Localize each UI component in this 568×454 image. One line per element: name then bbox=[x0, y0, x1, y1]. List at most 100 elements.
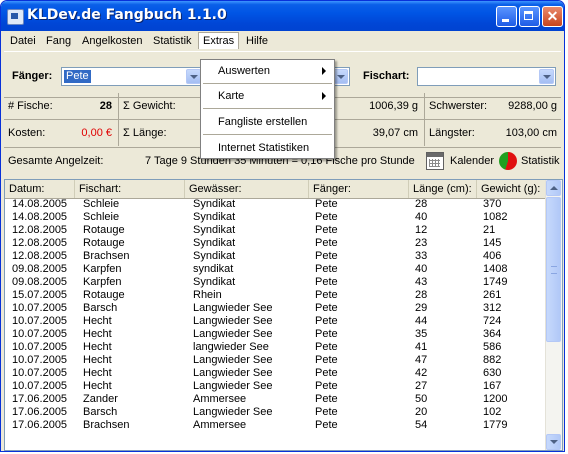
menu-hilfe[interactable]: Hilfe bbox=[242, 33, 272, 49]
table-row[interactable]: 12.08.2005 Rotauge Syndikat Pete 12 21 bbox=[5, 224, 547, 237]
cell-faenger: Pete bbox=[315, 328, 338, 340]
maximize-button[interactable] bbox=[519, 6, 540, 27]
table-row[interactable]: 14.08.2005 Schleie Syndikat Pete 40 1082 bbox=[5, 211, 547, 224]
cell-gewicht: 1749 bbox=[483, 276, 508, 288]
title-bar[interactable]: KLDev.de Fangbuch 1.1.0 ✕ bbox=[1, 1, 564, 31]
table-row[interactable]: 14.08.2005 Schleie Syndikat Pete 28 370 bbox=[5, 198, 547, 211]
cell-gewaesser: Langwieder See bbox=[193, 406, 273, 418]
menu-item-auswerten[interactable]: Auswerten bbox=[203, 62, 332, 80]
table-row[interactable]: 10.07.2005 Barsch Langwieder See Pete 29 312 bbox=[5, 302, 547, 315]
menu-item-internet-statistiken[interactable]: Internet Statistiken bbox=[203, 139, 332, 157]
kalender-button[interactable]: Kalender bbox=[424, 152, 496, 172]
list-header: Datum: Fischart: Gewässer: Fänger: Länge… bbox=[5, 180, 547, 199]
cell-gewaesser: Syndikat bbox=[193, 276, 236, 288]
chevron-down-icon[interactable] bbox=[186, 69, 201, 84]
table-row[interactable]: 17.06.2005 Brachsen Ammersee Pete 54 1779 bbox=[5, 419, 547, 432]
kosten-cell: Kosten: 0,00 € bbox=[4, 120, 119, 146]
cell-gewaesser: Langwieder See bbox=[193, 367, 273, 379]
cell-laenge: 35 bbox=[415, 328, 428, 340]
cell-laenge: 47 bbox=[415, 354, 428, 366]
submenu-arrow-icon bbox=[322, 67, 326, 75]
gewaesser-select[interactable] bbox=[333, 67, 350, 86]
cell-gewicht: 21 bbox=[483, 224, 496, 236]
scroll-down-icon[interactable] bbox=[546, 434, 561, 450]
menu-statistik[interactable]: Statistik bbox=[149, 33, 196, 49]
minimize-button[interactable] bbox=[496, 6, 517, 27]
fischart-select[interactable] bbox=[417, 67, 556, 86]
menu-angelkosten[interactable]: Angelkosten bbox=[78, 33, 147, 49]
statistik-label: Statistik bbox=[521, 155, 560, 167]
catch-list[interactable]: Datum: Fischart: Gewässer: Fänger: Länge… bbox=[4, 179, 563, 451]
cell-gewicht: 370 bbox=[483, 198, 502, 210]
cell-faenger: Pete bbox=[315, 341, 338, 353]
scroll-up-icon[interactable] bbox=[546, 180, 561, 196]
laengster-value: 103,00 cm bbox=[505, 127, 557, 139]
menu-fang[interactable]: Fang bbox=[42, 33, 75, 49]
cell-fischart: Barsch bbox=[83, 406, 118, 418]
cell-laenge: 20 bbox=[415, 406, 428, 418]
table-row[interactable]: 17.06.2005 Barsch Langwieder See Pete 20 102 bbox=[5, 406, 547, 419]
cell-gewaesser: Langwieder See bbox=[193, 380, 273, 392]
cell-fischart: Hecht bbox=[83, 354, 112, 366]
cell-laenge: 28 bbox=[415, 289, 428, 301]
table-row[interactable]: 10.07.2005 Hecht langwieder See Pete 41 586 bbox=[5, 341, 547, 354]
cell-gewaesser: Langwieder See bbox=[193, 328, 273, 340]
table-row[interactable]: 17.06.2005 Zander Ammersee Pete 50 1200 bbox=[5, 393, 547, 406]
fischart-label: Fischart: bbox=[363, 70, 410, 82]
extras-menu-dropdown: Auswerten Karte Fangliste erstellen Inte… bbox=[200, 59, 335, 159]
table-row[interactable]: 10.07.2005 Hecht Langwieder See Pete 47 882 bbox=[5, 354, 547, 367]
close-button[interactable]: ✕ bbox=[542, 6, 563, 27]
faenger-select[interactable]: Pete bbox=[61, 67, 203, 86]
gewicht-label: Σ Gewicht: bbox=[123, 100, 176, 112]
cell-fischart: Rotauge bbox=[83, 289, 125, 301]
scroll-thumb[interactable] bbox=[546, 197, 561, 342]
table-row[interactable]: 09.08.2005 Karpfen Syndikat Pete 43 1749 bbox=[5, 276, 547, 289]
col-gewaesser[interactable]: Gewässer: bbox=[185, 180, 309, 198]
pie-chart-icon bbox=[499, 152, 517, 170]
col-fischart[interactable]: Fischart: bbox=[75, 180, 185, 198]
cell-laenge: 42 bbox=[415, 367, 428, 379]
table-row[interactable]: 10.07.2005 Hecht Langwieder See Pete 44 724 bbox=[5, 315, 547, 328]
cell-datum: 12.08.2005 bbox=[12, 237, 68, 249]
cell-laenge: 29 bbox=[415, 302, 428, 314]
table-row[interactable]: 15.07.2005 Rotauge Rhein Pete 28 261 bbox=[5, 289, 547, 302]
menu-datei[interactable]: Datei bbox=[6, 33, 40, 49]
cell-fischart: Brachsen bbox=[83, 250, 130, 262]
cell-datum: 17.06.2005 bbox=[12, 406, 68, 418]
menu-item-fangliste[interactable]: Fangliste erstellen bbox=[203, 113, 332, 131]
cell-fischart: Schleie bbox=[83, 198, 120, 210]
list-rows: 14.08.2005 Schleie Syndikat Pete 28 370 14.08.… bbox=[5, 198, 547, 432]
cell-laenge: 33 bbox=[415, 250, 428, 262]
cell-laenge: 40 bbox=[415, 263, 428, 275]
chevron-down-icon[interactable] bbox=[539, 69, 554, 84]
app-icon[interactable] bbox=[7, 9, 24, 25]
kosten-label: Kosten: bbox=[8, 127, 46, 139]
cell-faenger: Pete bbox=[315, 406, 338, 418]
cell-gewaesser: langwieder See bbox=[193, 341, 269, 353]
table-row[interactable]: 12.08.2005 Brachsen Syndikat Pete 33 406 bbox=[5, 250, 547, 263]
cell-datum: 10.07.2005 bbox=[12, 380, 68, 392]
cell-laenge: 40 bbox=[415, 211, 428, 223]
statistik-button[interactable]: Statistik bbox=[498, 152, 563, 172]
vertical-scrollbar[interactable] bbox=[545, 180, 562, 450]
col-laenge[interactable]: Länge (cm): bbox=[409, 180, 477, 198]
schwerster-value: 9288,00 g bbox=[508, 100, 557, 112]
cell-fischart: Karpfen bbox=[83, 276, 122, 288]
app-window: KLDev.de Fangbuch 1.1.0 ✕ Datei Fang Ang… bbox=[0, 0, 565, 452]
cell-laenge: 12 bbox=[415, 224, 428, 236]
cell-laenge: 44 bbox=[415, 315, 428, 327]
cell-faenger: Pete bbox=[315, 276, 338, 288]
col-datum[interactable]: Datum: bbox=[5, 180, 75, 198]
cell-laenge: 23 bbox=[415, 237, 428, 249]
table-row[interactable]: 10.07.2005 Hecht Langwieder See Pete 27 167 bbox=[5, 380, 547, 393]
table-row[interactable]: 09.08.2005 Karpfen syndikat Pete 40 1408 bbox=[5, 263, 547, 276]
col-faenger[interactable]: Fänger: bbox=[309, 180, 409, 198]
menu-extras[interactable]: Extras bbox=[198, 32, 240, 49]
col-gewicht[interactable]: Gewicht (g): bbox=[477, 180, 547, 198]
chevron-down-icon[interactable] bbox=[333, 69, 348, 84]
table-row[interactable]: 10.07.2005 Hecht Langwieder See Pete 42 630 bbox=[5, 367, 547, 380]
table-row[interactable]: 10.07.2005 Hecht Langwieder See Pete 35 364 bbox=[5, 328, 547, 341]
table-row[interactable]: 12.08.2005 Rotauge Syndikat Pete 23 145 bbox=[5, 237, 547, 250]
menu-item-karte[interactable]: Karte bbox=[203, 87, 332, 105]
cell-datum: 12.08.2005 bbox=[12, 250, 68, 262]
